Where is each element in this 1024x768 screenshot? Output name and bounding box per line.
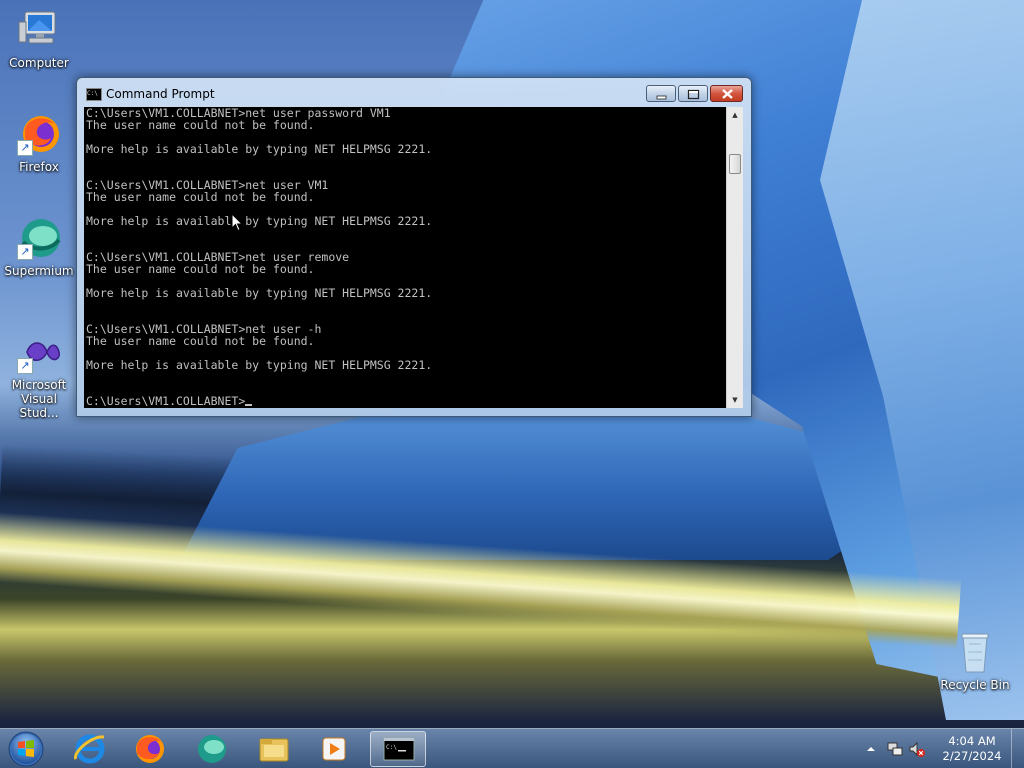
supermium-icon: ↗ [17, 216, 61, 260]
desktop-icon-computer[interactable]: Computer [1, 8, 77, 70]
desktop-icon-supermium[interactable]: ↗ Supermium [1, 216, 77, 278]
console-text: C:\Users\VM1.COLLABNET>net user password… [84, 107, 726, 407]
mouse-pointer-icon [231, 213, 243, 232]
folder-icon [259, 738, 289, 762]
console-line: The user name could not be found. [86, 262, 315, 276]
desktop-icon-label: Computer [9, 56, 69, 70]
desktop-icon-firefox[interactable]: ↗ Firefox [1, 112, 77, 174]
console-line: More help is available by typing NET HEL… [86, 214, 433, 228]
taskbar-command-prompt[interactable]: C:\ [370, 731, 426, 767]
console-prompt: C:\Users\VM1.COLLABNET> [86, 394, 246, 408]
minimize-icon [656, 95, 667, 100]
taskbar-internet-explorer[interactable] [62, 731, 118, 767]
recycle-bin-icon [953, 630, 997, 674]
desktop-icon-label: Recycle Bin [940, 678, 1010, 692]
desktop-icon-label: Supermium [4, 264, 74, 278]
scroll-down-icon[interactable]: ▼ [727, 392, 743, 408]
windows-logo-icon [8, 731, 44, 767]
cmd-icon: C:\ [86, 88, 102, 101]
text-cursor [245, 404, 253, 406]
console-line: The user name could not be found. [86, 190, 315, 204]
svg-text:C:\: C:\ [386, 744, 397, 751]
console-line: More help is available by typing NET HEL… [86, 358, 433, 372]
maximize-icon [687, 89, 700, 100]
window-titlebar[interactable]: C:\ Command Prompt [77, 78, 751, 106]
console-output[interactable]: C:\Users\VM1.COLLABNET>net user password… [84, 107, 726, 408]
system-tray: 4:04 AM 2/27/2024 [854, 729, 1024, 768]
show-desktop-button[interactable] [1011, 729, 1024, 768]
taskbar-media-player[interactable] [306, 731, 362, 767]
shortcut-arrow-icon: ↗ [17, 358, 33, 374]
maximize-button[interactable] [678, 85, 708, 102]
desktop-icon-label: Microsoft Visual Stud... [11, 378, 67, 420]
firefox-icon [136, 735, 164, 763]
close-button[interactable] [710, 85, 743, 102]
desktop: Computer ↗ Firefox ↗ Supermium ↗ Microso… [0, 0, 1024, 768]
supermium-icon [198, 735, 226, 763]
firefox-icon: ↗ [17, 112, 61, 156]
close-icon [722, 89, 733, 99]
cmd-icon: C:\ [383, 737, 415, 761]
clock-date: 2/27/2024 [942, 749, 1002, 763]
taskbar: C:\ 4:04 AM 2/27/2024 [0, 728, 1024, 768]
desktop-icon-label: Firefox [19, 160, 59, 174]
command-prompt-window[interactable]: C:\ Command Prompt C:\Users\VM1.COLLABNE… [76, 77, 752, 417]
network-icon[interactable] [886, 740, 904, 758]
taskbar-file-explorer[interactable] [246, 731, 302, 767]
desktop-icon-visual-studio[interactable]: ↗ Microsoft Visual Stud... [1, 330, 77, 420]
show-hidden-icons-icon[interactable] [866, 744, 876, 754]
desktop-icon-recycle-bin[interactable]: Recycle Bin [937, 630, 1013, 692]
vertical-scrollbar[interactable]: ▲ ▼ [726, 107, 743, 408]
console-line: The user name could not be found. [86, 118, 315, 132]
start-button[interactable] [6, 730, 46, 768]
visual-studio-icon: ↗ [17, 330, 61, 374]
scroll-thumb[interactable] [729, 154, 741, 174]
scroll-up-icon[interactable]: ▲ [727, 107, 743, 123]
console-line: The user name could not be found. [86, 334, 315, 348]
clock-time: 4:04 AM [948, 734, 996, 748]
taskbar-clock[interactable]: 4:04 AM 2/27/2024 [932, 734, 1012, 764]
console-line: More help is available by typing NET HEL… [86, 286, 433, 300]
minimize-button[interactable] [646, 85, 676, 102]
computer-icon [17, 8, 61, 52]
shortcut-arrow-icon: ↗ [17, 140, 33, 156]
media-player-icon [322, 737, 346, 761]
taskbar-supermium[interactable] [184, 731, 240, 767]
internet-explorer-icon [74, 734, 105, 764]
shortcut-arrow-icon: ↗ [17, 244, 33, 260]
window-title: Command Prompt [106, 87, 215, 101]
taskbar-firefox[interactable] [122, 731, 178, 767]
console-line: More help is available by typing NET HEL… [86, 142, 433, 156]
volume-muted-icon[interactable] [908, 740, 926, 758]
